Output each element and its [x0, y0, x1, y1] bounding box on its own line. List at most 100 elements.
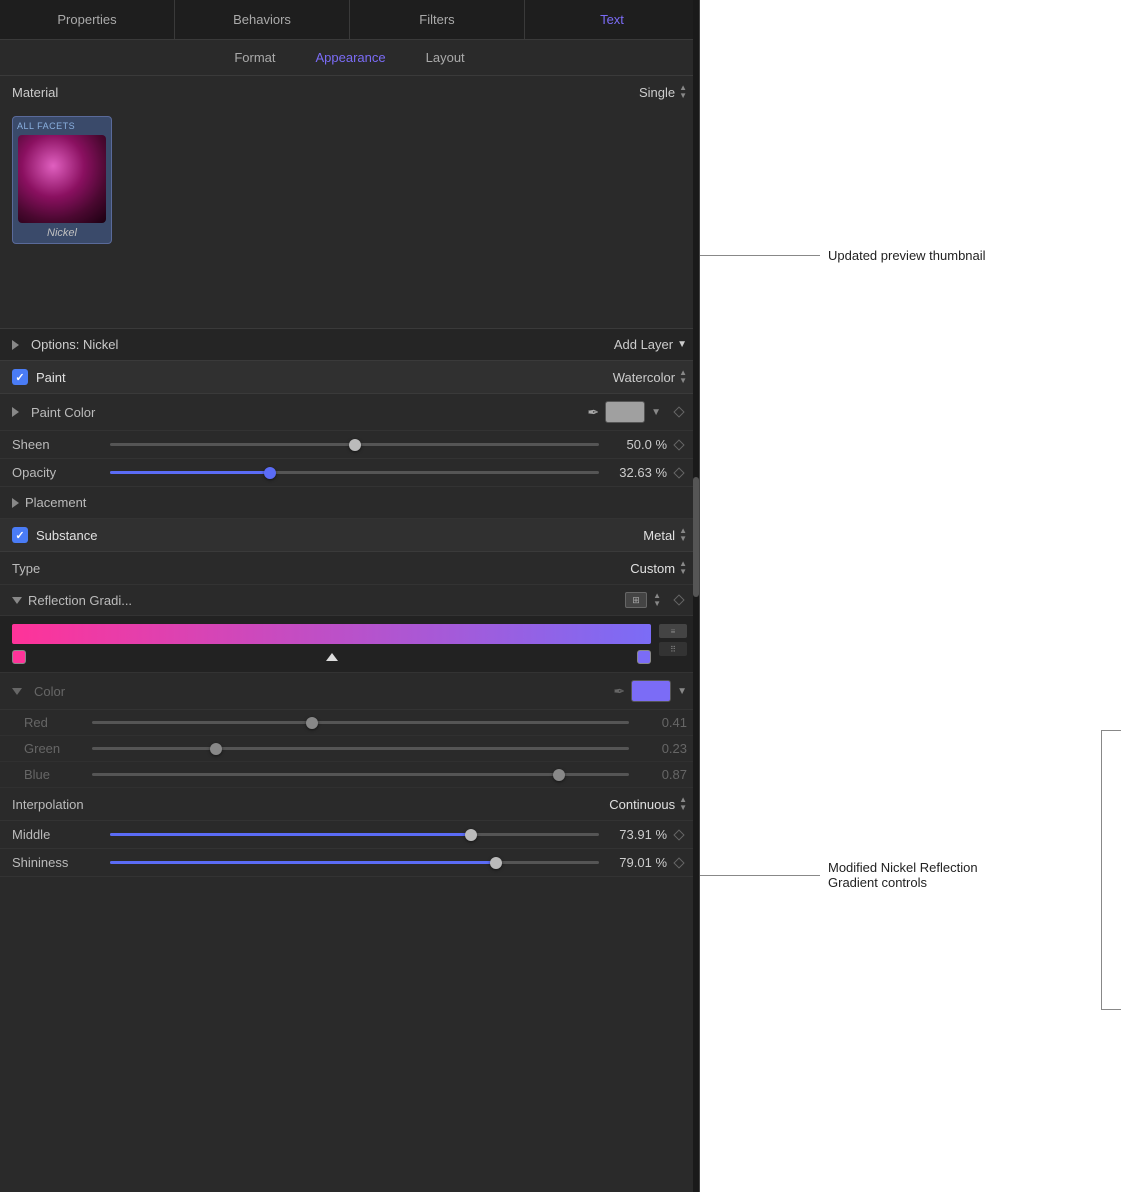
- reflection-keyframe[interactable]: [671, 596, 687, 604]
- reflection-stepper[interactable]: ▲ ▼: [653, 592, 661, 608]
- shininess-keyframe[interactable]: [671, 859, 687, 867]
- gradient-icon-top[interactable]: ≡: [659, 624, 687, 638]
- reflection-label: Reflection Gradi...: [28, 593, 625, 608]
- blue-thumb[interactable]: [553, 769, 565, 781]
- type-value-row[interactable]: Custom ▲ ▼: [630, 560, 687, 576]
- opacity-value: 32.63 %: [607, 465, 667, 480]
- reflection-gradient-row: Reflection Gradi... ⊞ ▲ ▼: [0, 585, 699, 616]
- paint-color-eyedropper-icon[interactable]: ✒: [587, 404, 599, 421]
- sub-tab-layout[interactable]: Layout: [418, 46, 473, 69]
- tab-text[interactable]: Text: [525, 0, 699, 39]
- substance-right[interactable]: Metal ▲ ▼: [643, 527, 687, 543]
- type-stepper[interactable]: ▲ ▼: [679, 560, 687, 576]
- sheen-keyframe[interactable]: [671, 441, 687, 449]
- placement-label: Placement: [25, 495, 86, 510]
- sub-tab-appearance[interactable]: Appearance: [308, 46, 394, 69]
- middle-track: [110, 833, 599, 836]
- opacity-slider[interactable]: [102, 471, 607, 474]
- color-eyedropper-icon[interactable]: ✒: [613, 683, 625, 700]
- gradient-stop-pink[interactable]: [12, 650, 26, 664]
- middle-slider[interactable]: [102, 833, 607, 836]
- red-slider[interactable]: [84, 721, 637, 724]
- color-dropdown-icon[interactable]: ▼: [677, 686, 687, 697]
- material-value: Single: [639, 85, 675, 100]
- substance-checkbox[interactable]: [12, 527, 28, 543]
- facets-container: ALL FACETS Nickel: [0, 108, 699, 328]
- material-stepper[interactable]: ▲ ▼: [679, 84, 687, 100]
- color-section-right: ✒ ▼: [613, 680, 687, 702]
- paint-color-right: ✒ ▼: [587, 401, 687, 423]
- sub-tab-bar: Format Appearance Layout: [0, 40, 699, 76]
- red-row: Red 0.41: [0, 710, 699, 736]
- gradient-icon-bottom[interactable]: ⠿: [659, 642, 687, 656]
- paint-stepper[interactable]: ▲ ▼: [679, 369, 687, 385]
- material-header: Material Single ▲ ▼: [0, 76, 699, 108]
- middle-row: Middle 73.91 %: [0, 821, 699, 849]
- interpolation-row: Interpolation Continuous ▲ ▼: [0, 788, 699, 821]
- paint-checkbox[interactable]: [12, 369, 28, 385]
- interpolation-value: Continuous: [609, 797, 675, 812]
- gradient-bar[interactable]: [12, 624, 651, 644]
- reflection-controls-annotation: Modified Nickel Reflection Gradient cont…: [700, 860, 978, 890]
- color-triangle-icon: [12, 688, 22, 695]
- paint-color-dropdown-icon[interactable]: ▼: [651, 407, 661, 418]
- substance-stepper[interactable]: ▲ ▼: [679, 527, 687, 543]
- paint-left: Paint: [12, 369, 66, 385]
- middle-fill: [110, 833, 471, 836]
- paint-color-row: Paint Color ✒ ▼: [0, 394, 699, 431]
- annotation-text-preview: Updated preview thumbnail: [828, 248, 986, 263]
- substance-row: Substance Metal ▲ ▼: [0, 519, 699, 552]
- color-section-left: Color: [12, 684, 65, 699]
- opacity-label: Opacity: [12, 465, 102, 480]
- sheen-label: Sheen: [12, 437, 102, 452]
- middle-thumb[interactable]: [465, 829, 477, 841]
- middle-label: Middle: [12, 827, 102, 842]
- paint-color-swatch[interactable]: [605, 401, 645, 423]
- interpolation-stepper[interactable]: ▲ ▼: [679, 796, 687, 812]
- green-value: 0.23: [637, 741, 687, 756]
- paint-value: Watercolor: [613, 370, 675, 385]
- type-row: Type Custom ▲ ▼: [0, 552, 699, 585]
- gradient-bar-section: ≡ ⠿: [0, 616, 699, 673]
- add-layer-button[interactable]: Add Layer ▼: [614, 337, 687, 352]
- material-area: Material Single ▲ ▼ ALL FACETS Nickel: [0, 76, 699, 329]
- gradient-bar-container: [12, 624, 651, 664]
- reflection-triangle-icon: [12, 597, 22, 604]
- sheen-thumb[interactable]: [349, 439, 361, 451]
- paint-color-keyframe[interactable]: [671, 408, 687, 416]
- gradient-stop-purple[interactable]: [637, 650, 651, 664]
- green-thumb[interactable]: [210, 743, 222, 755]
- placement-row[interactable]: Placement: [0, 487, 699, 519]
- blue-slider[interactable]: [84, 773, 637, 776]
- opacity-keyframe[interactable]: [671, 469, 687, 477]
- tab-properties[interactable]: Properties: [0, 0, 175, 39]
- tab-behaviors[interactable]: Behaviors: [175, 0, 350, 39]
- color-section-row: Color ✒ ▼: [0, 673, 699, 710]
- color-swatch[interactable]: [631, 680, 671, 702]
- sub-tab-format[interactable]: Format: [226, 46, 283, 69]
- paint-right[interactable]: Watercolor ▲ ▼: [613, 369, 687, 385]
- shininess-value: 79.01 %: [607, 855, 667, 870]
- opacity-thumb[interactable]: [264, 467, 276, 479]
- shininess-slider[interactable]: [102, 861, 607, 864]
- reflection-gradient-icon[interactable]: ⊞: [625, 592, 647, 608]
- interpolation-value-row[interactable]: Continuous ▲ ▼: [609, 796, 687, 812]
- reflection-bracket: [1101, 730, 1121, 1010]
- blue-label: Blue: [24, 767, 84, 782]
- material-value-row[interactable]: Single ▲ ▼: [639, 84, 687, 100]
- gradient-stops: [12, 650, 651, 664]
- blue-row: Blue 0.87: [0, 762, 699, 788]
- middle-keyframe[interactable]: [671, 831, 687, 839]
- options-row: Options: Nickel Add Layer ▼: [0, 329, 699, 361]
- paint-label: Paint: [36, 370, 66, 385]
- shininess-thumb[interactable]: [490, 857, 502, 869]
- red-thumb[interactable]: [306, 717, 318, 729]
- gradient-midpoint-icon[interactable]: [326, 653, 338, 661]
- facet-item-nickel[interactable]: ALL FACETS Nickel: [12, 116, 112, 244]
- blue-track: [92, 773, 629, 776]
- scrollbar-thumb[interactable]: [693, 477, 699, 597]
- tab-filters[interactable]: Filters: [350, 0, 525, 39]
- green-slider[interactable]: [84, 747, 637, 750]
- sheen-slider[interactable]: [102, 443, 607, 446]
- scrollbar[interactable]: [693, 0, 699, 1192]
